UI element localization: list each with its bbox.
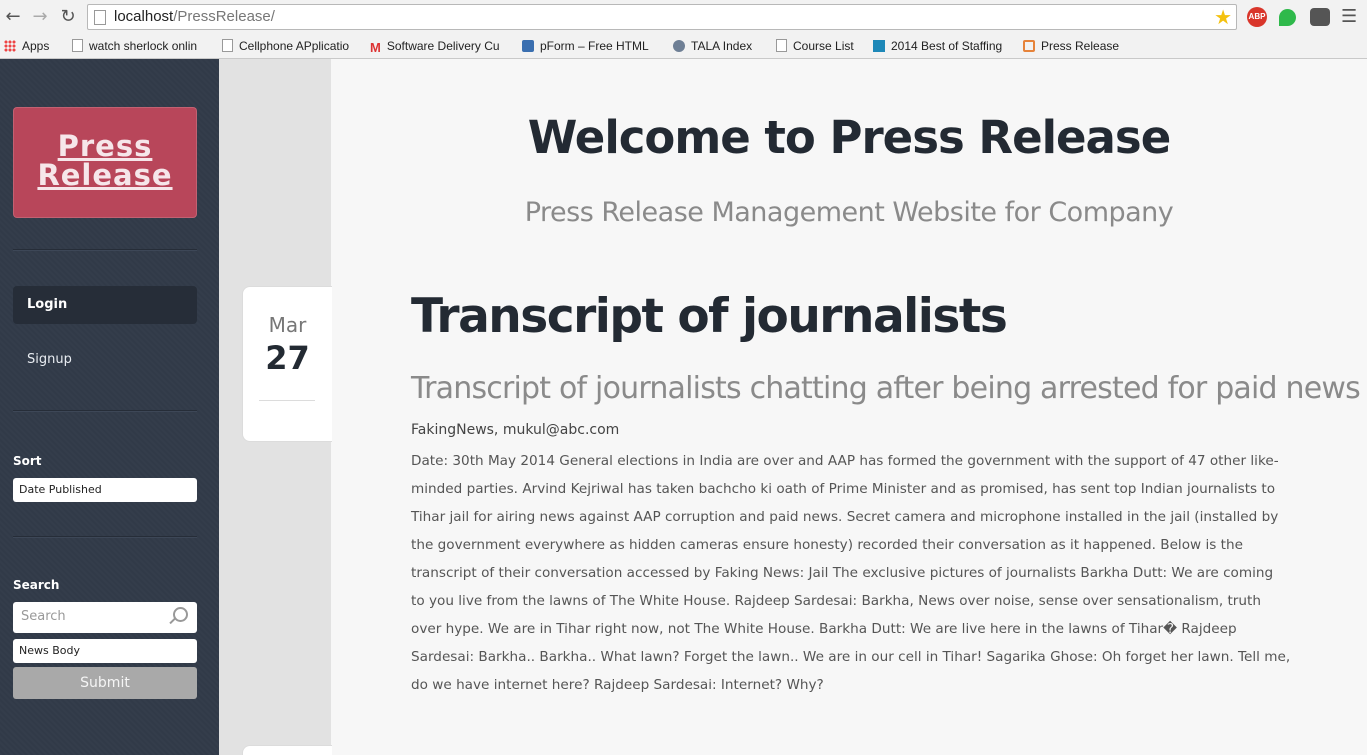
- bookmark-apps[interactable]: Apps: [4, 38, 49, 54]
- bookmark-software-delivery[interactable]: M Software Delivery Cu: [370, 38, 504, 54]
- post-date-card: Mar 27: [242, 286, 332, 442]
- post-title[interactable]: Transcript of journalists: [411, 289, 1008, 344]
- submit-button[interactable]: Submit: [13, 667, 197, 699]
- info-icon: [873, 40, 885, 52]
- url-text: localhost/PressRelease/: [114, 8, 275, 25]
- back-arrow-icon[interactable]: ←: [2, 6, 24, 28]
- pform-icon: [522, 40, 534, 52]
- apps-grid-icon: [4, 40, 16, 52]
- search-label: Search: [13, 578, 60, 592]
- bookmarks-bar: Apps watch sherlock onlin Cellphone APpl…: [0, 34, 1367, 59]
- search-field-select[interactable]: News Body: [13, 639, 197, 663]
- bookmark-best-of-staffing[interactable]: 2014 Best of Staffing: [873, 38, 1009, 54]
- post-body: Date: 30th May 2014 General elections in…: [411, 453, 1291, 693]
- sidebar-divider: [13, 410, 197, 412]
- sidebar-divider: [13, 249, 197, 251]
- forward-arrow-icon[interactable]: →: [29, 6, 51, 28]
- sidebar-divider: [13, 536, 197, 538]
- document-icon: [776, 39, 787, 52]
- ghostery-icon[interactable]: [1310, 8, 1330, 26]
- sort-select[interactable]: Date Published: [13, 478, 197, 502]
- bookmark-sherlock[interactable]: watch sherlock onlin: [72, 38, 202, 54]
- post-subtitle: Transcript of journalists chatting after…: [411, 371, 1361, 406]
- bookmark-tala-index[interactable]: TALA Index: [673, 38, 752, 54]
- bookmark-course-list[interactable]: Course List: [776, 38, 854, 54]
- site-logo[interactable]: Press Release: [13, 107, 197, 218]
- post-day: 27: [265, 339, 310, 377]
- search-icon[interactable]: [173, 607, 188, 622]
- post-month: Mar: [268, 313, 307, 337]
- search-placeholder: Search: [21, 609, 66, 624]
- next-post-date-card: [242, 745, 332, 755]
- page-subtitle: Press Release Management Website for Com…: [524, 197, 1174, 228]
- logo-line-1[interactable]: Press: [13, 132, 197, 161]
- page-viewport: Press Release Login Signup Sort Date Pub…: [0, 59, 1367, 755]
- browser-toolbar: ← → ↻ localhost/PressRelease/ ★ ABP ☰: [0, 0, 1367, 34]
- bookmark-star-icon[interactable]: ★: [1214, 5, 1232, 29]
- bookmark-pform[interactable]: pForm – Free HTML: [522, 38, 656, 54]
- bookmark-press-release[interactable]: Press Release: [1023, 38, 1119, 54]
- page-title: Welcome to Press Release: [527, 111, 1171, 164]
- adblock-plus-icon[interactable]: ABP: [1247, 7, 1267, 27]
- document-icon: [72, 39, 83, 52]
- sidebar: Press Release Login Signup Sort Date Pub…: [0, 59, 219, 755]
- sort-label: Sort: [13, 454, 42, 468]
- hamburger-menu-icon[interactable]: ☰: [1341, 8, 1357, 26]
- gmail-icon: M: [370, 40, 381, 54]
- sidebar-item-login[interactable]: Login: [13, 286, 197, 324]
- sidebar-item-signup[interactable]: Signup: [13, 341, 197, 379]
- xampp-icon: [1023, 40, 1035, 52]
- address-bar[interactable]: localhost/PressRelease/ ★: [87, 4, 1237, 30]
- globe-icon: [673, 40, 685, 52]
- search-input[interactable]: Search: [13, 602, 197, 633]
- document-icon: [222, 39, 233, 52]
- logo-line-2[interactable]: Release: [13, 161, 197, 190]
- evernote-icon[interactable]: [1279, 9, 1296, 26]
- date-divider: [259, 400, 315, 401]
- reload-icon[interactable]: ↻: [57, 6, 79, 28]
- post-author: FakingNews, mukul@abc.com: [411, 422, 620, 438]
- bookmark-cellphone[interactable]: Cellphone APplicatio: [222, 38, 354, 54]
- page-icon: [94, 10, 106, 25]
